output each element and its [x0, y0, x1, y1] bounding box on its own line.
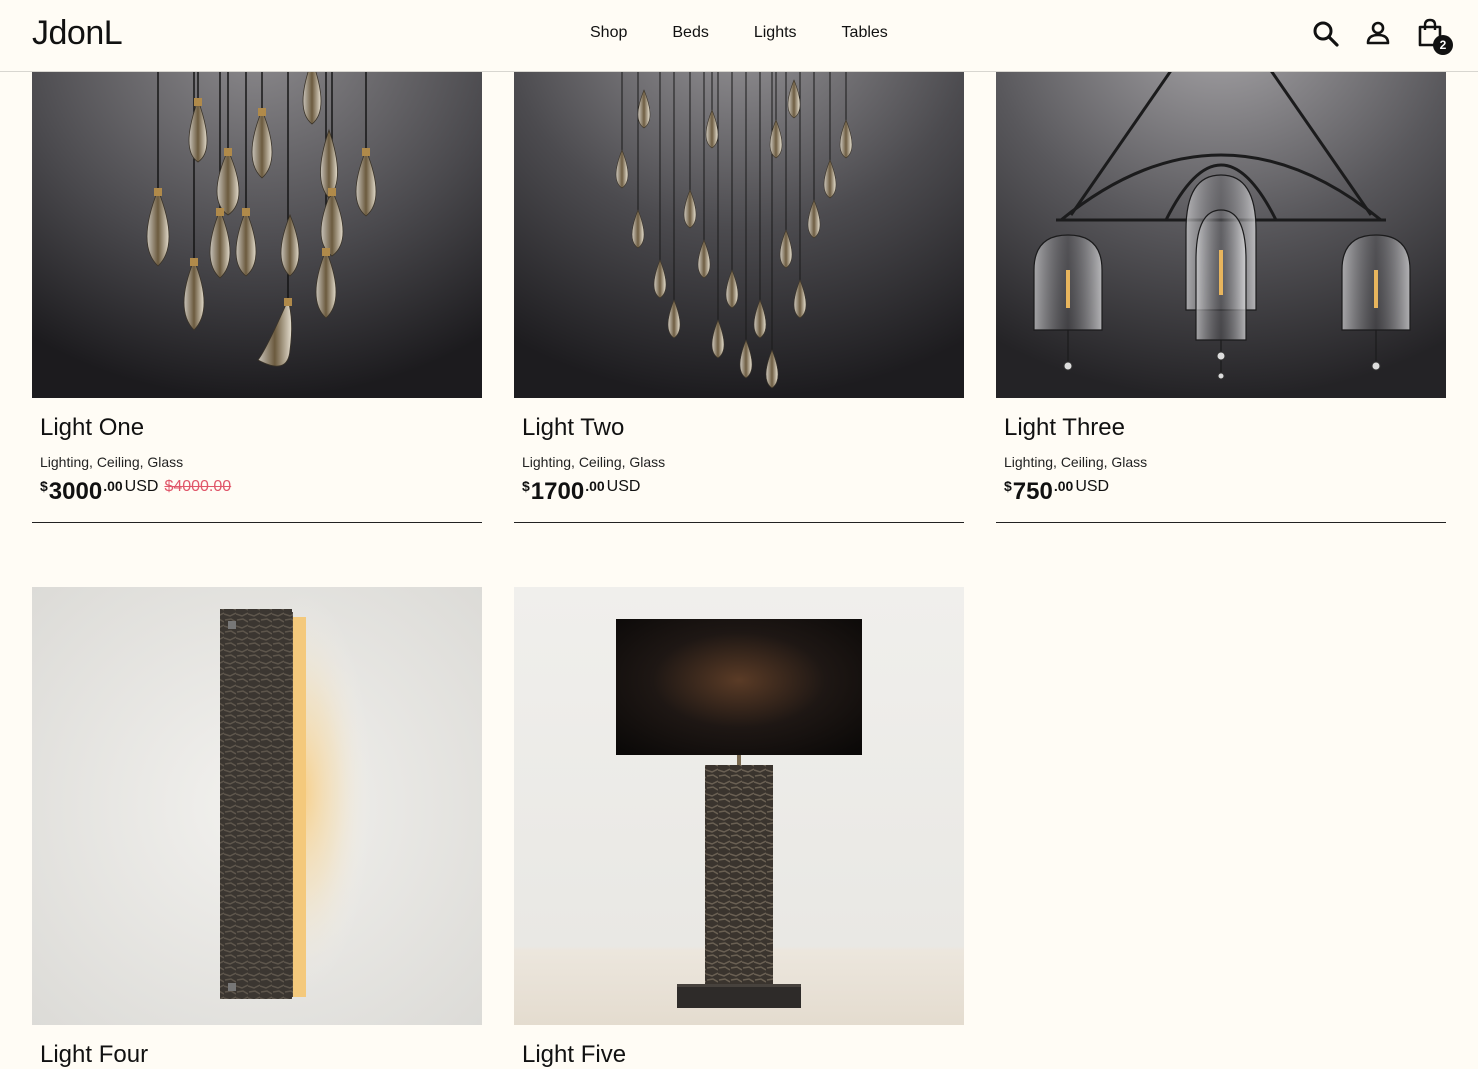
main-nav: Shop Beds Lights Tables — [590, 24, 933, 42]
price-currency-code: USD — [124, 478, 159, 495]
search-icon[interactable] — [1310, 18, 1340, 48]
product-price: $ 3000 .00 USD $4000.00 — [40, 478, 231, 506]
product-image[interactable] — [32, 587, 482, 1025]
card-divider — [514, 522, 964, 523]
product-tags: Lighting, Ceiling, Glass — [40, 454, 184, 470]
nav-tables[interactable]: Tables — [842, 24, 888, 42]
product-card-light-three[interactable]: Light Three Lighting, Ceiling, Glass $ 7… — [996, 0, 1446, 524]
price-decimal: .00 — [1053, 478, 1074, 494]
nav-shop[interactable]: Shop — [590, 24, 627, 42]
product-card-light-two[interactable]: Light Two Lighting, Ceiling, Glass $ 170… — [514, 0, 964, 524]
price-currency: $ — [40, 478, 48, 494]
product-title[interactable]: Light One — [40, 414, 144, 442]
price-decimal: .00 — [585, 478, 605, 494]
product-title[interactable]: Light Two — [522, 414, 624, 442]
site-logo[interactable]: JdonL — [32, 14, 123, 53]
nav-beds[interactable]: Beds — [672, 24, 708, 42]
product-title[interactable]: Light Three — [1004, 414, 1125, 442]
price-integer: 1700 — [530, 478, 585, 505]
account-icon[interactable] — [1363, 18, 1393, 48]
nav-lights[interactable]: Lights — [754, 24, 797, 42]
price-integer: 3000 — [48, 478, 103, 505]
price-currency-code: USD — [1075, 478, 1110, 495]
cart-count-badge: 2 — [1433, 35, 1453, 55]
product-title[interactable]: Light Five — [522, 1041, 626, 1069]
price-currency-code: USD — [606, 478, 641, 495]
card-divider — [996, 522, 1446, 523]
product-title[interactable]: Light Four — [40, 1041, 148, 1069]
price-currency: $ — [522, 478, 530, 494]
product-tags: Lighting, Ceiling, Glass — [1004, 454, 1148, 470]
product-tags: Lighting, Ceiling, Glass — [522, 454, 666, 470]
product-card-light-one[interactable]: Light One Lighting, Ceiling, Glass $ 300… — [32, 0, 482, 524]
product-card-light-four[interactable]: Light Four — [32, 587, 482, 1068]
product-price: $ 1700 .00 USD — [522, 478, 640, 506]
product-image[interactable] — [514, 587, 964, 1025]
price-decimal: .00 — [103, 478, 123, 494]
original-price: $4000.00 — [164, 478, 232, 495]
card-divider — [32, 522, 482, 523]
site-header: JdonL Shop Beds Lights Tables 2 — [0, 0, 1478, 72]
product-card-light-five[interactable]: Light Five — [514, 587, 964, 1068]
price-currency: $ — [1004, 478, 1012, 494]
product-price: $ 750 .00 USD — [1004, 478, 1109, 506]
price-integer: 750 — [1012, 478, 1053, 505]
